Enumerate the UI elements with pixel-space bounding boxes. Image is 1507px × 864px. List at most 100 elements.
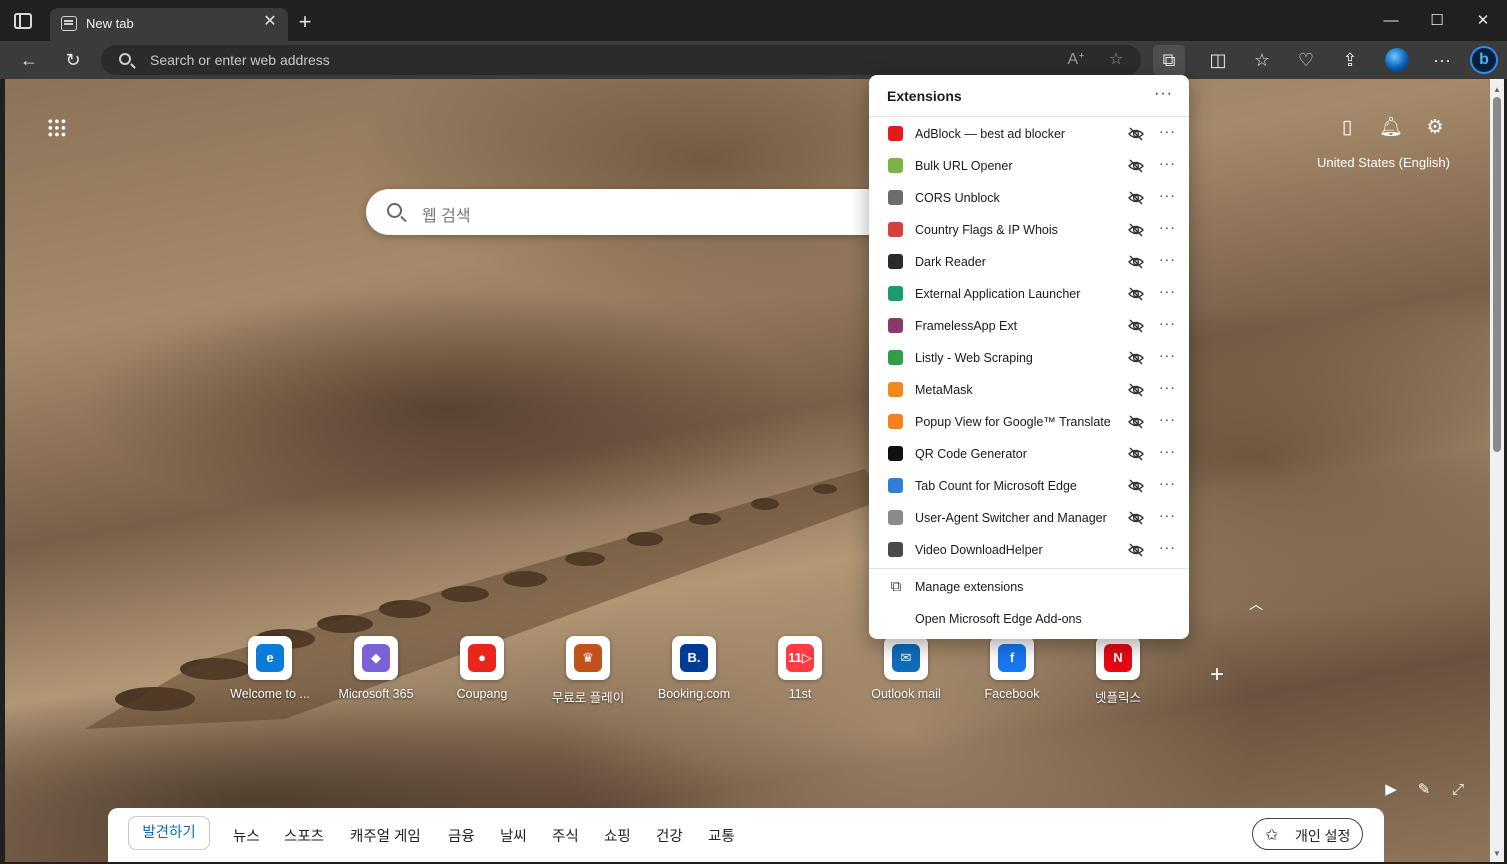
close-window-icon[interactable]: ✕	[1461, 8, 1505, 34]
settings-more-icon[interactable]: ···	[1426, 45, 1458, 75]
extension-more-options-icon[interactable]: ···	[1159, 219, 1176, 235]
extension-item[interactable]: User-Agent Switcher and Manager ···	[869, 502, 1189, 534]
hide-from-toolbar-eye-icon[interactable]	[1127, 541, 1145, 559]
feed-tab[interactable]: 쇼핑	[604, 825, 631, 846]
favorites-icon[interactable]: ☆	[1246, 45, 1278, 75]
extension-more-options-icon[interactable]: ···	[1159, 507, 1176, 523]
hide-from-toolbar-eye-icon[interactable]	[1127, 285, 1145, 303]
extension-item[interactable]: Video DownloadHelper ···	[869, 534, 1189, 566]
scroll-down-arrow-icon[interactable]: ▼	[1492, 849, 1502, 859]
extension-more-options-icon[interactable]: ···	[1159, 379, 1176, 395]
feed-tab-discover[interactable]: 발견하기	[128, 816, 210, 850]
extension-more-options-icon[interactable]: ···	[1159, 123, 1176, 139]
extension-item[interactable]: AdBlock — best ad blocker ···	[869, 118, 1189, 150]
hide-from-toolbar-eye-icon[interactable]	[1127, 413, 1145, 431]
notifications-bell-icon[interactable]: 🔔︎	[1378, 115, 1404, 141]
extension-more-options-icon[interactable]: ···	[1159, 283, 1176, 299]
play-background-icon[interactable]: ▶	[1380, 779, 1402, 801]
extension-more-options-icon[interactable]: ···	[1159, 443, 1176, 459]
refresh-icon[interactable]: ↻	[57, 45, 89, 75]
quick-link[interactable]: ♛ 무료로 플레이	[538, 636, 638, 706]
hide-from-toolbar-eye-icon[interactable]	[1127, 125, 1145, 143]
fullscreen-expand-icon[interactable]: ⤢	[1447, 779, 1469, 801]
hide-from-toolbar-eye-icon[interactable]	[1127, 445, 1145, 463]
extension-more-options-icon[interactable]: ···	[1159, 187, 1176, 203]
feed-tab[interactable]: 교통	[708, 825, 735, 846]
scrollbar-thumb[interactable]	[1493, 97, 1501, 452]
extension-item[interactable]: Listly - Web Scraping ···	[869, 342, 1189, 374]
hide-from-toolbar-eye-icon[interactable]	[1127, 509, 1145, 527]
tab-actions-menu-icon[interactable]	[14, 13, 32, 29]
extension-more-options-icon[interactable]: ···	[1159, 411, 1176, 427]
extension-item[interactable]: External Application Launcher ···	[869, 278, 1189, 310]
extension-item[interactable]: Dark Reader ···	[869, 246, 1189, 278]
quick-link[interactable]: ◆ Microsoft 365	[326, 636, 426, 706]
split-screen-icon[interactable]: ◫	[1202, 45, 1234, 75]
maximize-icon[interactable]: ☐	[1415, 8, 1459, 34]
hide-from-toolbar-eye-icon[interactable]	[1127, 349, 1145, 367]
extension-more-options-icon[interactable]: ···	[1159, 251, 1176, 267]
profile-avatar[interactable]	[1385, 48, 1409, 72]
extensions-puzzle-icon[interactable]: ⧉	[1153, 45, 1185, 75]
extension-item[interactable]: CORS Unblock ···	[869, 182, 1189, 214]
background-info-icon[interactable]: ✎	[1413, 779, 1435, 801]
extension-more-options-icon[interactable]: ···	[1159, 475, 1176, 491]
browser-tab[interactable]: New tab ✕	[50, 8, 288, 41]
close-tab-icon[interactable]: ✕	[260, 12, 280, 32]
feed-tab[interactable]: 뉴스	[233, 825, 260, 846]
quick-link[interactable]: f Facebook	[962, 636, 1062, 706]
quick-link[interactable]: N 넷플릭스	[1068, 636, 1168, 706]
mobile-phone-icon[interactable]: ▯	[1334, 115, 1360, 141]
hide-from-toolbar-eye-icon[interactable]	[1127, 157, 1145, 175]
hide-from-toolbar-eye-icon[interactable]	[1127, 221, 1145, 239]
minimize-icon[interactable]: —	[1369, 8, 1413, 34]
extension-item[interactable]: Bulk URL Opener ···	[869, 150, 1189, 182]
extension-more-options-icon[interactable]: ···	[1159, 539, 1176, 555]
extension-more-options-icon[interactable]: ···	[1159, 315, 1176, 331]
favorite-star-icon[interactable]: ☆	[1103, 48, 1129, 72]
new-tab-button[interactable]: +	[293, 11, 317, 35]
extension-item[interactable]: Popup View for Google™ Translate ···	[869, 406, 1189, 438]
quick-link[interactable]: ✉ Outlook mail	[856, 636, 956, 706]
hide-from-toolbar-eye-icon[interactable]	[1127, 253, 1145, 271]
feed-tab[interactable]: 건강	[656, 825, 683, 846]
quick-link[interactable]: e Welcome to ...	[220, 636, 320, 706]
quick-link[interactable]: B. Booking.com	[644, 636, 744, 706]
hide-from-toolbar-eye-icon[interactable]	[1127, 189, 1145, 207]
feed-tab[interactable]: 날씨	[500, 825, 527, 846]
extension-item[interactable]: MetaMask ···	[869, 374, 1189, 406]
back-arrow-icon[interactable]: ←	[13, 45, 45, 75]
quick-link[interactable]: 11▷ 11st	[750, 636, 850, 706]
share-icon[interactable]: ⇪	[1334, 45, 1366, 75]
extension-more-options-icon[interactable]: ···	[1159, 155, 1176, 171]
feed-tab[interactable]: 주식	[552, 825, 579, 846]
hide-from-toolbar-eye-icon[interactable]	[1127, 477, 1145, 495]
address-bar[interactable]: Search or enter web address Aᐩ ☆	[101, 45, 1141, 75]
collapse-chevron-up-icon[interactable]: ︿	[1249, 594, 1263, 614]
copilot-bing-icon[interactable]: b	[1470, 46, 1498, 74]
quick-link[interactable]: ● Coupang	[432, 636, 532, 706]
extension-more-options-icon[interactable]: ···	[1159, 347, 1176, 363]
extension-item[interactable]: Tab Count for Microsoft Edge ···	[869, 470, 1189, 502]
feed-tab[interactable]: 금융	[448, 825, 475, 846]
edge-addons-link[interactable]: Open Microsoft Edge Add-ons	[869, 603, 1189, 635]
add-quick-link-icon[interactable]: +	[1210, 661, 1224, 689]
extension-item[interactable]: FramelessApp Ext ···	[869, 310, 1189, 342]
feed-tab[interactable]: 스포츠	[284, 825, 324, 846]
hide-from-toolbar-eye-icon[interactable]	[1127, 317, 1145, 335]
manage-extensions-link[interactable]: ⧉ Manage extensions	[869, 571, 1189, 603]
web-search-box[interactable]: 웹 검색	[366, 189, 926, 235]
extension-item[interactable]: QR Code Generator ···	[869, 438, 1189, 470]
personalize-button[interactable]: ✩ 개인 설정	[1252, 818, 1363, 850]
feed-tab[interactable]: 캐주얼 게임	[350, 825, 421, 846]
region-language-label[interactable]: United States (English)	[1317, 155, 1450, 170]
scroll-up-arrow-icon[interactable]: ▲	[1492, 85, 1502, 95]
page-settings-gear-icon[interactable]: ⚙	[1422, 115, 1448, 141]
app-launcher-icon[interactable]	[47, 118, 67, 138]
page-scrollbar[interactable]: ▲ ▼	[1490, 79, 1504, 862]
extension-item[interactable]: Country Flags & IP Whois ···	[869, 214, 1189, 246]
read-aloud-icon[interactable]: Aᐩ	[1063, 48, 1089, 72]
hide-from-toolbar-eye-icon[interactable]	[1127, 381, 1145, 399]
extensions-more-options-icon[interactable]: ···	[1154, 85, 1173, 103]
browser-essentials-icon[interactable]: ♡	[1290, 45, 1322, 75]
